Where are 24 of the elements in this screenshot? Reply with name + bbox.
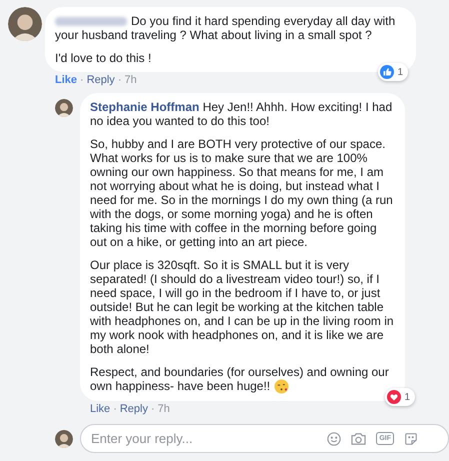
sticker-icon[interactable] (404, 432, 418, 446)
comment-text: So, hubby and I are BOTH very protective of our space. What works for us is to make sure that we are 100% owning our own happiness. So that means for me, I am not worrying about what he is doing, but instead what I need for me. So in the mornings I do my own thing (a run with the dogs, or some morning yoga) and he is often taking his time with coffee in the morning before going out on a hike, or getting into an art piece. (90, 137, 394, 249)
reply-link[interactable]: Reply (120, 402, 148, 416)
like-link[interactable]: Like (90, 402, 110, 416)
reply-link[interactable]: Reply (86, 73, 115, 87)
avatar-icon (55, 430, 73, 448)
timestamp: 7h (124, 73, 137, 87)
author-name[interactable]: Stephanie Hoffman (90, 100, 200, 114)
separator-dot: · (80, 73, 84, 87)
avatar-icon (8, 7, 42, 41)
emoji-icon[interactable] (327, 432, 342, 446)
separator-dot: · (113, 402, 117, 416)
like-link[interactable]: Like (55, 73, 78, 87)
comment-text: I'd love to do this ! (55, 51, 152, 65)
camera-icon[interactable] (351, 432, 366, 446)
comment-text: Stephanie Hoffman Hey Jen!! Ahhh. How exciting! I had no idea you wanted to do this too! (90, 100, 394, 128)
comment-text: Do you find it hard spending everyday all day with your husband traveling ? What about living in a small spot ? (55, 14, 396, 42)
timestamp: 7h (158, 402, 170, 416)
separator-dot: · (118, 73, 122, 87)
comment-text: Our place is 320sqft. So it is SMALL but it is very separated! (I should do a livestream video tour!) so, if I need space, I will go in the bedroom if I have to, or just outside! But he can legit be working at the kitchen table with headphones on, and I can be up in the living room in my work nook with headphones on, and it is like we are both alone! (90, 258, 395, 356)
separator-dot: · (150, 402, 155, 416)
avatar-icon (55, 99, 73, 117)
reaction-badge[interactable]: 1 (378, 63, 408, 81)
reaction-badge[interactable]: 1 (385, 388, 415, 406)
